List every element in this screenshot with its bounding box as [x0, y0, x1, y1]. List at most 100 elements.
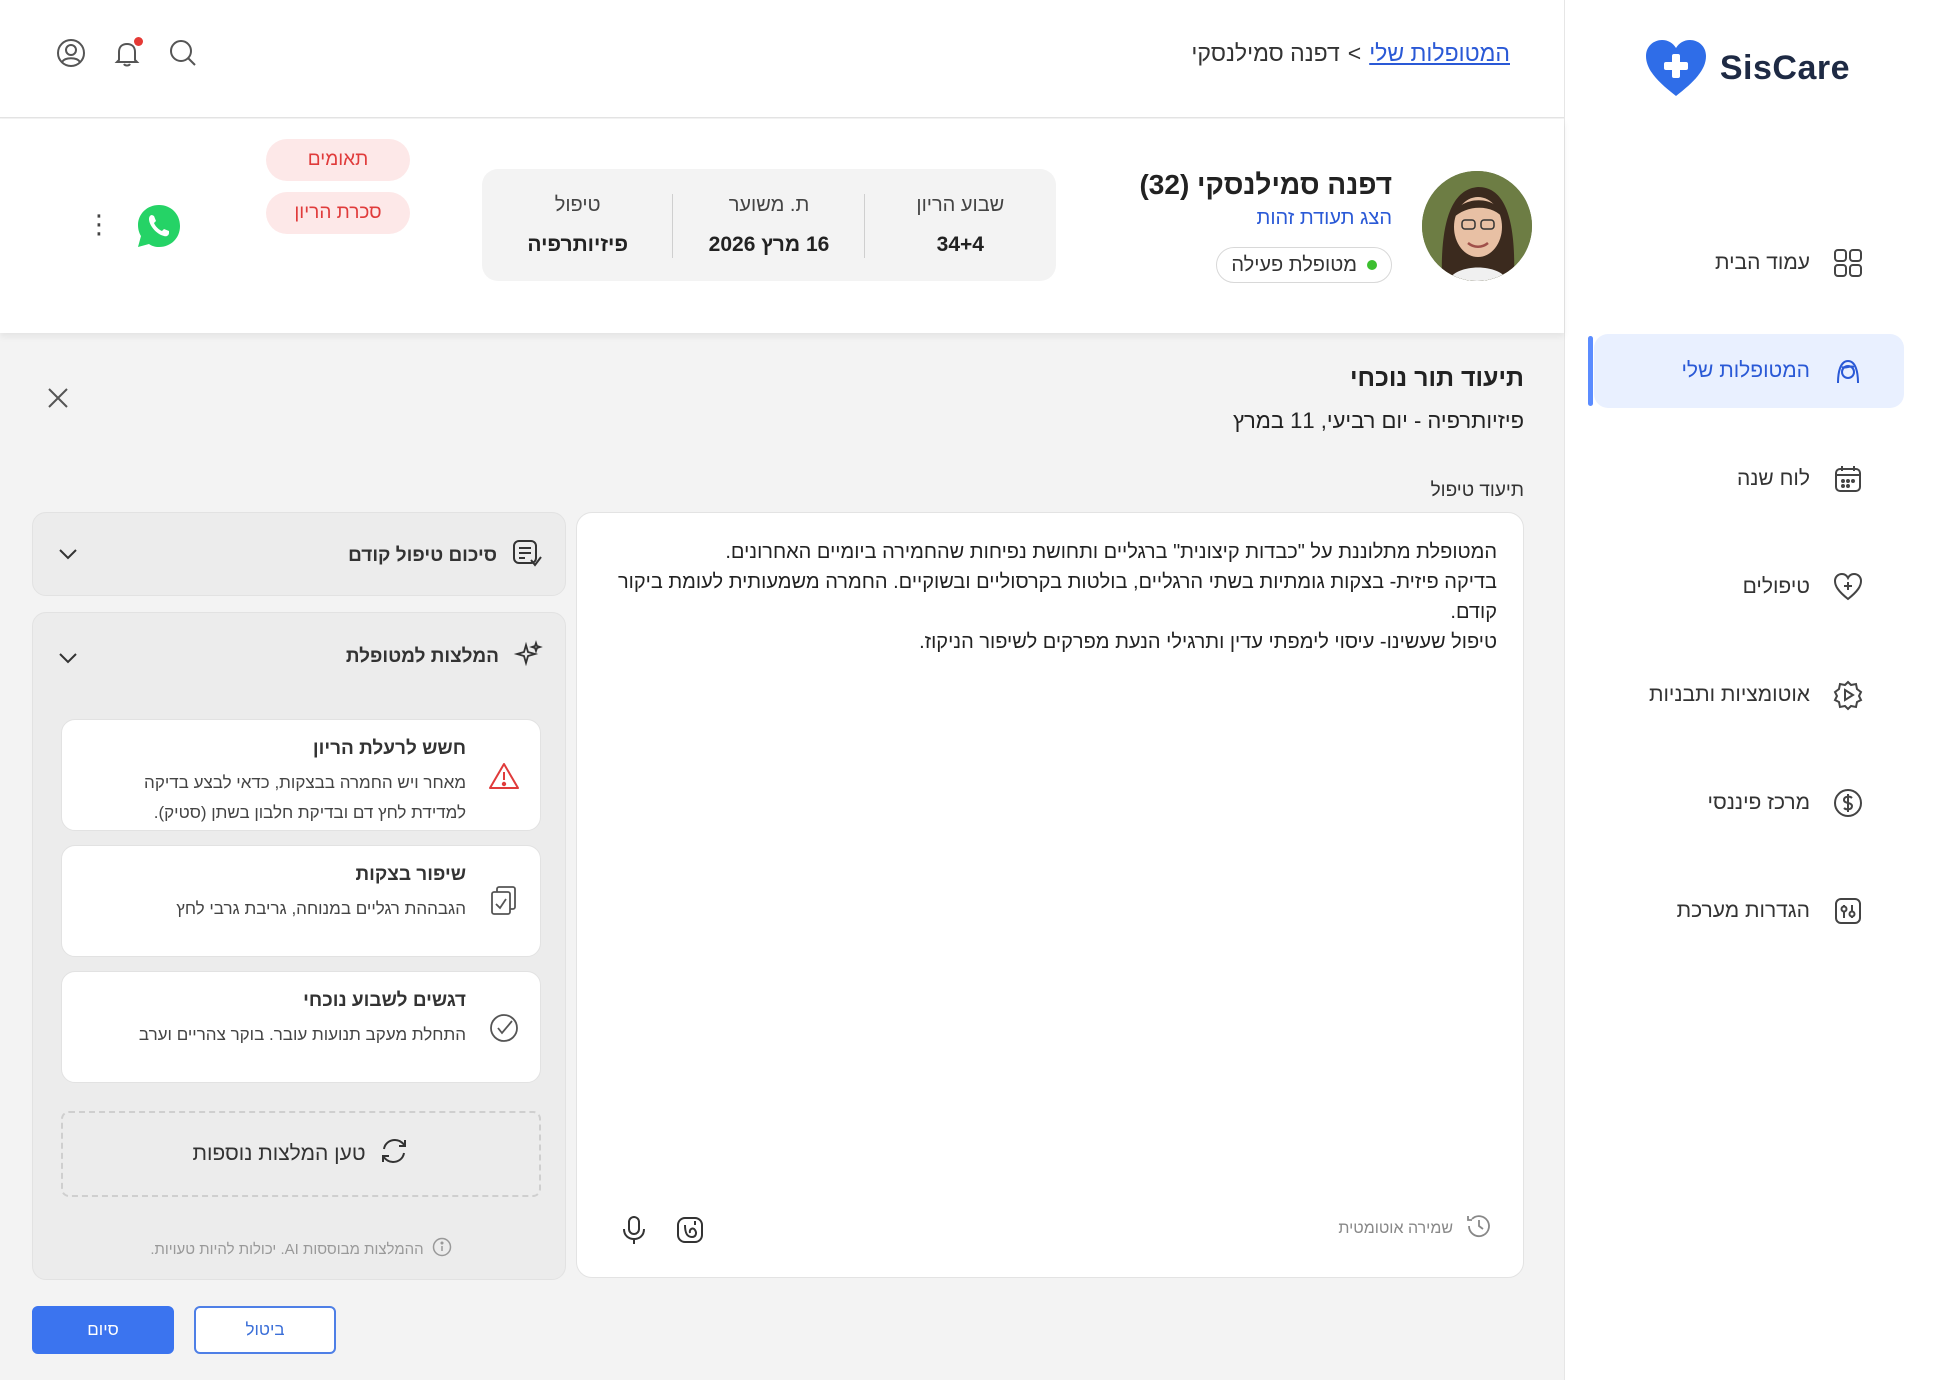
sidebar-item-label: לוח שנה [1736, 467, 1810, 490]
dollar-circle-icon [1832, 787, 1864, 819]
sidebar-item-my-patients[interactable]: המטופלות שלי [1588, 334, 1904, 408]
recommendation-title: שיפור בצקות [355, 864, 466, 885]
sidebar-item-label: הגדרות מערכת [1676, 899, 1810, 922]
recommendation-text: מאחר ויש החמרה בבצקות, כדאי לבצע בדיקה ל… [144, 773, 466, 822]
autosave-label: שמירה אוטומטית [1338, 1219, 1453, 1237]
breadcrumb-parent-link[interactable]: המטופלות שלי [1369, 40, 1510, 67]
top-icons [54, 36, 200, 70]
breadcrumb-separator: > [1347, 40, 1362, 66]
info-icon [432, 1237, 452, 1261]
notification-dot [134, 37, 143, 46]
history-clock-icon [1465, 1212, 1493, 1245]
search-icon[interactable] [166, 36, 200, 70]
stat-label: ת. משוער [728, 193, 810, 216]
notes-line: המטופלת מתלוננת על "כבדות קיצונית" ברגלי… [725, 541, 1497, 563]
ai-disclaimer: ההמלצות מבוססות AI. יכולות להיות טעויות. [61, 1237, 541, 1261]
check-circle-icon [488, 1012, 520, 1044]
sidebar-item-home[interactable]: עמוד הבית [1594, 226, 1904, 300]
sidebar-item-label: עמוד הבית [1715, 251, 1810, 274]
finish-button[interactable]: סיום [32, 1306, 174, 1354]
note-tools [617, 1213, 707, 1247]
sidebar-item-treatments[interactable]: טיפולים [1594, 550, 1904, 624]
ai-disclaimer-text: ההמלצות מבוססות AI. יכולות להיות טעויות. [150, 1240, 424, 1258]
more-options-icon[interactable]: ⋮ [86, 211, 112, 237]
stat-value: פיזיותרפיה [527, 232, 629, 256]
sidebar-item-label: המטופלות שלי [1681, 359, 1810, 382]
panel-title: המלצות למטופלת [345, 646, 499, 667]
automation-gear-icon [1832, 679, 1864, 711]
previous-summary-panel[interactable]: סיכום טיפול קודם [32, 512, 566, 596]
autosave-indicator: שמירה אוטומטית [1338, 1212, 1493, 1245]
session-subtitle: פיזיותרפיה - יום רביעי, 11 במרץ [1232, 408, 1524, 433]
patient-stats: שבוע הריון 34+4 ת. משוער 16 מרץ 2026 טיפ… [482, 169, 1056, 281]
stat-pregnancy-week: שבוע הריון 34+4 [865, 194, 1056, 257]
chevron-down-icon[interactable] [57, 647, 79, 669]
stat-treatment: טיפול פיזיותרפיה [482, 193, 674, 258]
user-profile-icon[interactable] [54, 36, 88, 70]
notes-line: טיפול שעשינו- עיסוי לימפתי עדין ותרגילי … [919, 631, 1497, 653]
heart-cross-logo-icon [1645, 40, 1706, 96]
close-icon[interactable] [46, 386, 70, 410]
sidebar-nav: עמוד הבית המטופלות שלי לוח שנה טיפולים א… [1564, 226, 1940, 982]
tag-gestational-diabetes: סכרת הריון [266, 192, 410, 234]
heart-plus-icon [1832, 571, 1864, 603]
load-more-button[interactable]: טען המלצות נוספות [61, 1111, 541, 1197]
breadcrumb-current: דפנה סמילנסקי [1191, 40, 1340, 66]
grid-icon [1832, 247, 1864, 279]
sidebar-item-label: אוטומציות ותבניות [1648, 683, 1810, 706]
calendar-icon [1832, 463, 1864, 495]
status-badge: מטופלת פעילה [1216, 247, 1392, 283]
recommendation-card[interactable]: שיפור בצקות הגבההת רגליים במנוחה, גריבת … [61, 845, 541, 957]
stat-label: טיפול [554, 193, 601, 216]
patient-card: דפנה סמילנסקי (32) הצג תעודת זהות מטופלת… [0, 119, 1564, 333]
sidebar-item-label: מרכז פיננסי [1707, 791, 1811, 814]
bell-icon[interactable] [110, 36, 144, 70]
clipboard-check-icon [488, 884, 520, 916]
page-title: תיעוד תור נוכחי [1349, 364, 1524, 392]
notes-line: בדיקה פיזית- בצקות גומתיות בשתי הרגליים,… [617, 571, 1497, 623]
sidebar-item-automations[interactable]: אוטומציות ותבניות [1594, 658, 1904, 732]
microphone-icon[interactable] [617, 1213, 651, 1247]
logo[interactable]: SisCare [1644, 38, 1850, 98]
brand-name: SisCare [1719, 48, 1850, 87]
recommendation-title: חשש לרעלת הריון [312, 738, 466, 759]
sidebar-item-finance[interactable]: מרכז פיננסי [1594, 766, 1904, 840]
panel-header: סיכום טיפול קודם [348, 537, 543, 575]
recommendation-title: דגשים לשבוע נוכחי [303, 990, 466, 1011]
stat-due-date: ת. משוער 16 מרץ 2026 [673, 193, 866, 258]
stat-value: 34+4 [936, 232, 984, 256]
stat-label: שבוע הריון [916, 193, 1005, 216]
refresh-icon [378, 1135, 410, 1173]
notes-text[interactable]: המטופלת מתלוננת על "כבדות קיצונית" ברגלי… [617, 537, 1497, 657]
top-bar: המטופלות שלי > דפנה סמילנסקי [0, 0, 1564, 118]
status-label: מטופלת פעילה [1231, 253, 1357, 276]
active-status-dot [1367, 260, 1377, 270]
recommendation-text: הגבההת רגליים במנוחה, גריבת גרבי לחץ [176, 899, 466, 918]
sidebar: SisCare עמוד הבית המטופלות שלי לוח שנה ט… [1564, 0, 1940, 1380]
treatment-notes-editor[interactable]: המטופלת מתלוננת על "כבדות קיצונית" ברגלי… [576, 512, 1524, 1278]
tag-twins: תאומים [266, 139, 410, 181]
summary-document-icon [511, 537, 543, 575]
ai-assist-icon[interactable] [673, 1213, 707, 1247]
recommendations-panel: המלצות למטופלת חשש לרעלת הריון מאחר ויש … [32, 612, 566, 1280]
sidebar-item-label: טיפולים [1742, 575, 1810, 598]
panel-header[interactable]: המלצות למטופלת [346, 639, 543, 675]
avatar [1422, 171, 1532, 281]
patient-face-icon [1832, 355, 1864, 387]
stat-value: 16 מרץ 2026 [708, 232, 830, 256]
panel-title: סיכום טיפול קודם [348, 545, 497, 566]
sidebar-item-settings[interactable]: הגדרות מערכת [1594, 874, 1904, 948]
recommendation-card[interactable]: דגשים לשבוע נוכחי התחלת מעקב תנועות עובר… [61, 971, 541, 1083]
recommendation-text: התחלת מעקב תנועות עובר. בוקר צהריים וערב [138, 1025, 466, 1044]
sparkles-icon [513, 639, 543, 675]
whatsapp-icon[interactable] [136, 203, 182, 249]
warning-triangle-icon [488, 760, 520, 792]
load-more-label: טען המלצות נוספות [192, 1142, 366, 1165]
cancel-button[interactable]: ביטול [194, 1306, 336, 1354]
breadcrumb: המטופלות שלי > דפנה סמילנסקי [1191, 40, 1510, 67]
sidebar-item-calendar[interactable]: לוח שנה [1594, 442, 1904, 516]
show-id-link[interactable]: הצג תעודת זהות [1257, 207, 1392, 230]
notes-label: תיעוד טיפול [1430, 480, 1524, 501]
chevron-down-icon[interactable] [57, 543, 79, 565]
recommendation-card[interactable]: חשש לרעלת הריון מאחר ויש החמרה בבצקות, כ… [61, 719, 541, 831]
